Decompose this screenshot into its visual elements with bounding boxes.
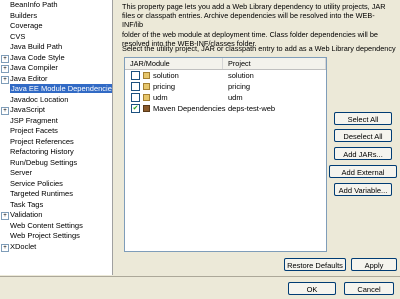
nav-item-refactoring-history[interactable]: Refactoring History <box>0 147 112 158</box>
nav-item-web-project-settings[interactable]: Web Project Settings <box>0 231 112 242</box>
nav-item-label: Service Policies <box>10 178 63 188</box>
nav-item-label: Web Project Settings <box>10 231 80 240</box>
nav-item-run-debug-settings[interactable]: Run/Debug Settings <box>0 158 112 169</box>
nav-item-project-facets[interactable]: Project Facets <box>0 126 112 137</box>
nav-item-server[interactable]: Server <box>0 168 112 179</box>
apply-button[interactable]: Apply <box>351 258 397 271</box>
row-checkbox-checked[interactable]: ✔ <box>131 103 140 113</box>
select-all-button[interactable]: Select All <box>334 112 392 125</box>
nav-item-jsp-fragment[interactable]: JSP Fragment <box>0 116 112 127</box>
project-cell: pricing <box>228 82 251 91</box>
nav-item-label: Javadoc Location <box>10 94 69 104</box>
nav-item-label: Java Build Path <box>10 42 63 51</box>
row-checkbox[interactable] <box>131 81 140 91</box>
nav-item-service-policies[interactable]: Service Policies <box>0 179 112 190</box>
selection-prompt: Select the utility project, JAR or class… <box>122 44 396 53</box>
nav-item-label: Web Content Settings <box>10 220 83 230</box>
nav-item-label: XDoclet <box>10 241 37 251</box>
description-line: This property page lets you add a Web Li… <box>122 2 386 11</box>
nav-item-label: Run/Debug Settings <box>10 157 78 167</box>
module-name: udm <box>153 93 168 102</box>
nav-item-java-ee-module-dependencies[interactable]: Java EE Module Dependencies <box>0 84 112 95</box>
nav-item-java-build-path[interactable]: Java Build Path <box>0 42 112 53</box>
expand-icon[interactable]: + <box>1 212 9 220</box>
row-checkbox[interactable] <box>131 92 140 102</box>
nav-item-label: Task Tags <box>10 199 44 209</box>
table-header: JAR/Module Project <box>125 58 326 70</box>
project-icon <box>143 82 150 90</box>
nav-item-java-editor[interactable]: + Java Editor <box>0 74 112 85</box>
properties-nav-tree: BeanInfo Path Builders Coverage CVS Java Bui… <box>0 0 113 275</box>
nav-item-label: CVS <box>10 31 26 41</box>
module-cell: pricing <box>125 81 223 92</box>
nav-item-validation[interactable]: + Validation <box>0 210 112 221</box>
nav-item-label: Project Facets <box>10 126 58 135</box>
expand-icon[interactable]: + <box>1 65 9 73</box>
nav-item-label: JSP Fragment <box>10 115 58 125</box>
table-row[interactable]: ✔ Maven Dependencies deps-test-web <box>125 103 326 114</box>
expand-icon[interactable]: + <box>1 107 9 115</box>
dependencies-table[interactable]: JAR/Module Project solution solution prici… <box>124 57 327 252</box>
project-cell: udm <box>228 93 243 102</box>
nav-item-label: Coverage <box>10 21 43 30</box>
nav-item-label: Java Editor <box>10 73 48 83</box>
module-dependencies-page: This property page lets you add a Web Li… <box>116 0 400 275</box>
cancel-button[interactable]: Cancel <box>344 282 394 295</box>
nav-item-javadoc-location[interactable]: Javadoc Location <box>0 95 112 106</box>
nav-item-label: Validation <box>10 210 43 219</box>
module-name: pricing <box>153 82 176 91</box>
column-header-jar-module[interactable]: JAR/Module <box>125 58 223 69</box>
module-cell: udm <box>125 92 223 103</box>
expand-icon[interactable]: + <box>1 243 9 252</box>
add-variable-button[interactable]: Add Variable... <box>334 183 392 196</box>
nav-item-label: Refactoring History <box>10 147 74 156</box>
nav-item-label: Targeted Runtimes <box>10 189 73 198</box>
add-jars-button[interactable]: Add JARs... <box>334 147 392 160</box>
nav-item-label: Builders <box>10 10 38 20</box>
nav-item-task-tags[interactable]: Task Tags <box>0 200 112 211</box>
nav-item-javascript[interactable]: + JavaScript <box>0 105 112 116</box>
nav-item-cvs[interactable]: CVS <box>0 32 112 43</box>
nav-item-xdoclet[interactable]: + XDoclet <box>0 242 112 253</box>
project-icon <box>143 71 150 79</box>
library-icon <box>143 104 150 112</box>
expand-icon[interactable]: + <box>1 54 9 63</box>
dialog-footer: OK Cancel <box>0 276 400 299</box>
project-icon <box>143 93 150 101</box>
nav-item-label: JavaScript <box>10 105 46 114</box>
nav-item-project-references[interactable]: Project References <box>0 137 112 148</box>
description-line: files or classpath entries. Archive depe… <box>122 11 375 30</box>
nav-item-java-code-style[interactable]: + Java Code Style <box>0 53 112 64</box>
expand-icon[interactable]: + <box>1 75 9 84</box>
nav-item-label: Java EE Module Dependencies <box>10 84 112 93</box>
module-name: Maven Dependencies <box>153 104 226 113</box>
page-description: This property page lets you add a Web Li… <box>122 2 392 48</box>
description-line: folder of the web module at deployment t… <box>122 29 378 39</box>
deselect-all-button[interactable]: Deselect All <box>334 129 392 142</box>
nav-item-beaninfo-path[interactable]: BeanInfo Path <box>0 0 112 11</box>
add-external-jars-button[interactable]: Add External JARs... <box>329 165 397 190</box>
nav-item-label: Java Code Style <box>10 52 65 62</box>
ok-button[interactable]: OK <box>288 282 336 295</box>
nav-item-targeted-runtimes[interactable]: Targeted Runtimes <box>0 189 112 200</box>
nav-item-coverage[interactable]: Coverage <box>0 21 112 32</box>
module-cell: ✔ Maven Dependencies <box>125 103 226 114</box>
table-row[interactable]: solution solution <box>125 70 326 81</box>
module-name: solution <box>153 71 179 80</box>
nav-item-web-content-settings[interactable]: Web Content Settings <box>0 221 112 232</box>
nav-item-label: Server <box>10 168 33 177</box>
row-checkbox[interactable] <box>131 70 140 80</box>
restore-defaults-button[interactable]: Restore Defaults <box>284 258 346 271</box>
nav-item-builders[interactable]: Builders <box>0 11 112 22</box>
nav-item-label: Java Compiler <box>10 63 58 72</box>
project-cell: deps-test-web <box>228 104 276 113</box>
column-header-project[interactable]: Project <box>223 58 326 69</box>
project-cell: solution <box>228 71 254 80</box>
nav-item-label: Project References <box>10 136 74 146</box>
module-cell: solution <box>125 70 223 81</box>
nav-item-java-compiler[interactable]: + Java Compiler <box>0 63 112 74</box>
table-row[interactable]: udm udm <box>125 92 326 103</box>
nav-item-label: BeanInfo Path <box>10 0 58 9</box>
table-row[interactable]: pricing pricing <box>125 81 326 92</box>
